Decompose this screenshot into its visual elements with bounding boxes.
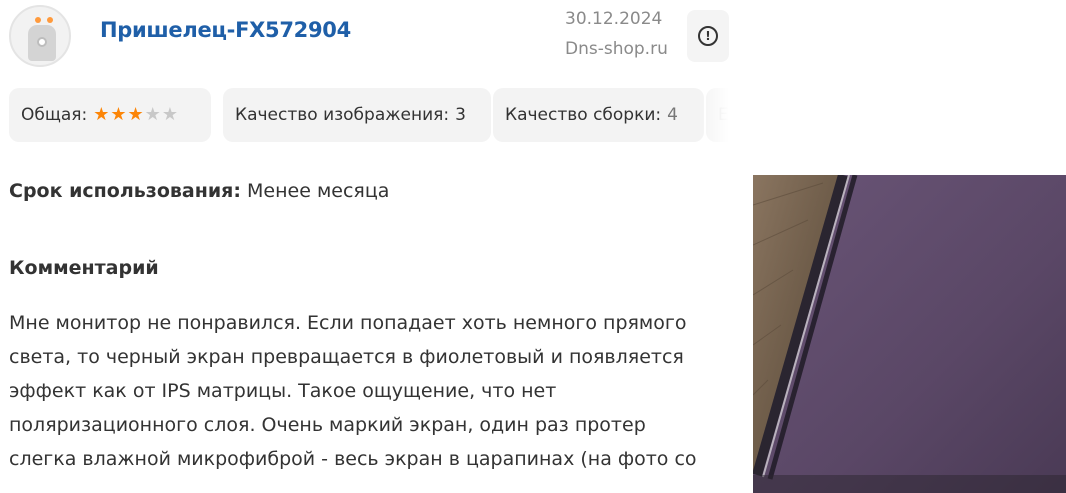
comment-text-line: слегка влажной микрофиброй - весь экран …	[9, 448, 697, 470]
usage-period: Срок использования: Менее месяца	[9, 180, 389, 202]
avatar-eye	[37, 37, 47, 47]
rating-overall-label: Общая:	[21, 105, 88, 125]
author-name-link[interactable]: Пришелец-FX572904	[100, 18, 351, 42]
report-button[interactable]: !	[687, 10, 729, 62]
review-photo-image	[753, 175, 1066, 493]
star-icon: ★	[110, 104, 127, 125]
rating-image-quality-value: 3	[455, 105, 466, 125]
comment-text-line: Мне монитор не понравился. Если попадает…	[9, 312, 687, 334]
usage-label: Срок использования:	[9, 180, 241, 202]
avatar-antenna-right	[47, 17, 53, 23]
exclamation-icon: !	[698, 26, 718, 46]
comment-heading: Комментарий	[9, 257, 159, 279]
star-icon: ★	[93, 104, 110, 125]
chips-fade-overlay	[699, 88, 729, 142]
rating-image-quality-chip[interactable]: Качество изображения: 3	[223, 88, 491, 142]
star-icon: ★	[161, 104, 178, 125]
usage-value: Менее месяца	[247, 180, 390, 202]
rating-build-quality-value: 4	[667, 105, 678, 125]
star-icon: ★	[144, 104, 161, 125]
star-icon: ★	[127, 104, 144, 125]
avatar-antenna-left	[35, 17, 41, 23]
comment-text-line: поляризационного слоя. Очень маркий экра…	[9, 414, 646, 436]
rating-image-quality-label: Качество изображения:	[235, 105, 450, 125]
review-card: Пришелец-FX572904 30.12.2024 Dns-shop.ru…	[0, 0, 1066, 493]
rating-stars: ★ ★ ★ ★ ★	[93, 106, 179, 124]
rating-chips: Общая: ★ ★ ★ ★ ★ Качество изображения: 3 Кач…	[9, 88, 729, 142]
comment-text-line: света, то черный экран превращается в фи…	[9, 346, 684, 368]
review-source: Dns-shop.ru	[565, 39, 668, 59]
user-avatar[interactable]	[9, 5, 71, 67]
comment-text-line: эффект как от IPS матрицы. Такое ощущени…	[9, 380, 557, 402]
rating-build-quality-label: Качество сборки:	[505, 105, 662, 125]
review-date: 30.12.2024	[565, 9, 663, 29]
review-photo[interactable]	[753, 175, 1066, 493]
rating-overall-chip[interactable]: Общая: ★ ★ ★ ★ ★	[9, 88, 211, 142]
rating-build-quality-chip[interactable]: Качество сборки: 4	[493, 88, 704, 142]
